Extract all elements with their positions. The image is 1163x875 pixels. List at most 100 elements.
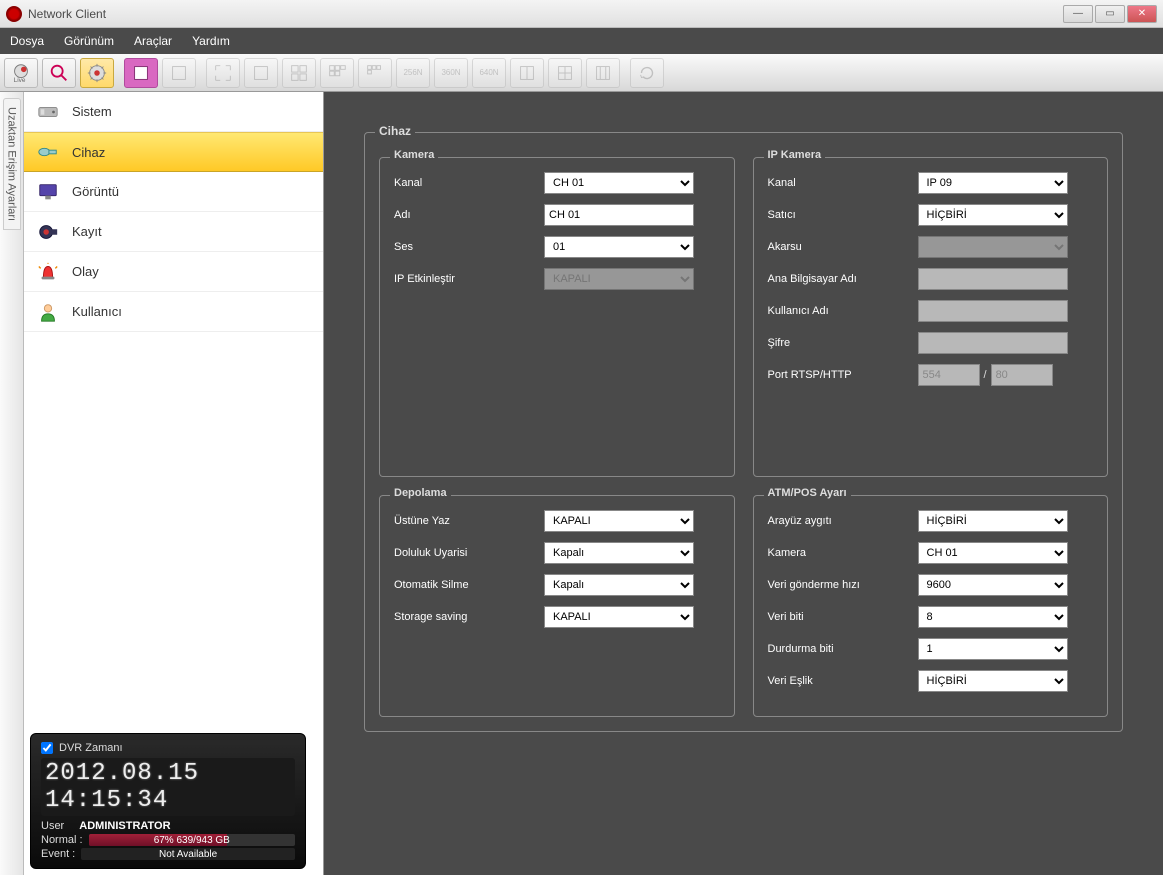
layout-1-button[interactable] (124, 58, 158, 88)
ses-select[interactable]: 01 (544, 236, 694, 258)
pass-input (918, 332, 1068, 354)
silme-select[interactable]: Kapalı (544, 574, 694, 596)
depolama-fieldset: Depolama Üstüne YazKAPALI Doluluk Uyaris… (379, 495, 735, 717)
panel-title: Cihaz (375, 124, 415, 138)
menu-help[interactable]: Yardım (192, 34, 230, 48)
nav-olay[interactable]: Olay (24, 252, 323, 292)
kamera-fieldset: Kamera KanalCH 01 Adı Ses01 IP Etkinleşt… (379, 157, 735, 477)
menu-tools[interactable]: Araçlar (134, 34, 172, 48)
biti-select[interactable]: 8 (918, 606, 1068, 628)
port-sep: / (984, 369, 987, 381)
arayuz-select[interactable]: HİÇBİRİ (918, 510, 1068, 532)
layout-button-2 (162, 58, 196, 88)
nav-goruntu[interactable]: Görüntü (24, 172, 323, 212)
kanal-label: Kanal (394, 177, 544, 189)
digital-clock: 2012.08.15 14:15:34 (41, 758, 295, 816)
grid-6-button (548, 58, 582, 88)
nav-label: Kayıt (72, 224, 102, 239)
status-box: DVR Zamanı 2012.08.15 14:15:34 User ADMI… (30, 733, 306, 869)
atm-fieldset: ATM/POS Ayarı Arayüz aygıtıHİÇBİRİ Kamer… (753, 495, 1109, 717)
host-input (918, 268, 1068, 290)
titlebar: Network Client — ▭ ✕ (0, 0, 1163, 28)
saving-select[interactable]: KAPALI (544, 606, 694, 628)
dur-select[interactable]: 1 (918, 638, 1068, 660)
grid-256-button: 256N (396, 58, 430, 88)
ip-label: IP Etkinleştir (394, 273, 544, 285)
grid-4-button (358, 58, 392, 88)
dvr-time-checkbox[interactable] (41, 742, 53, 754)
grid-1-button (244, 58, 278, 88)
nav-label: Olay (72, 264, 99, 279)
grid-360-button: 360N (434, 58, 468, 88)
app-logo-icon (6, 6, 22, 22)
host-label: Ana Bilgisayar Adı (768, 273, 918, 285)
user-icon (36, 302, 60, 322)
sidebar: Sistem Cihaz Görüntü Kayıt Olay (24, 92, 324, 875)
dur-label: Durdurma biti (768, 643, 918, 655)
nav-kayit[interactable]: Kayıt (24, 212, 323, 252)
kamera-legend: Kamera (390, 149, 438, 161)
akarsu-select (918, 236, 1068, 258)
satici-select[interactable]: HİÇBİRİ (918, 204, 1068, 226)
menu-view[interactable]: Görünüm (64, 34, 114, 48)
doluluk-select[interactable]: Kapalı (544, 542, 694, 564)
adi-input[interactable] (544, 204, 694, 226)
refresh-button (630, 58, 664, 88)
ipkanal-label: Kanal (768, 177, 918, 189)
svg-text:Live: Live (14, 77, 26, 84)
window-title: Network Client (28, 7, 106, 21)
normal-label: Normal : (41, 834, 83, 846)
ip-select: KAPALI (544, 268, 694, 290)
vtab-remote-settings[interactable]: Uzaktan Erişim Ayarları (3, 98, 21, 230)
saving-label: Storage saving (394, 611, 544, 623)
dvr-time-label: DVR Zamanı (59, 742, 123, 754)
toolbar: Live 256N 360N 640N (0, 54, 1163, 92)
ipuser-label: Kullanıcı Adı (768, 305, 918, 317)
ipkamera-fieldset: IP Kamera KanalIP 09 SatıcıHİÇBİRİ Akars… (753, 157, 1109, 477)
menubar: Dosya Görünüm Araçlar Yardım (0, 28, 1163, 54)
port-http-input (991, 364, 1053, 386)
app-window: Network Client — ▭ ✕ Dosya Görünüm Araçl… (0, 0, 1163, 875)
record-icon (36, 222, 60, 242)
search-button[interactable] (42, 58, 76, 88)
port-rtsp-input (918, 364, 980, 386)
nav-cihaz[interactable]: Cihaz (24, 132, 323, 172)
atm-kamera-select[interactable]: CH 01 (918, 542, 1068, 564)
device-icon (36, 142, 60, 162)
minimize-button[interactable]: — (1063, 5, 1093, 23)
ustune-label: Üstüne Yaz (394, 515, 544, 527)
arayuz-label: Arayüz aygıtı (768, 515, 918, 527)
akarsu-label: Akarsu (768, 241, 918, 253)
nav-label: Kullanıcı (72, 304, 122, 319)
grid-7-button (586, 58, 620, 88)
event-bar: Not Available (81, 848, 295, 860)
kanal-select[interactable]: CH 01 (544, 172, 694, 194)
user-label: User (41, 820, 64, 832)
live-button[interactable]: Live (4, 58, 38, 88)
nav-kullanici[interactable]: Kullanıcı (24, 292, 323, 332)
hiz-select[interactable]: 9600 (918, 574, 1068, 596)
ipuser-input (918, 300, 1068, 322)
vertical-tabbar: Uzaktan Erişim Ayarları (0, 92, 24, 875)
main-content: Cihaz Kamera KanalCH 01 Adı Ses01 IP Etk… (324, 92, 1163, 875)
ipkamera-legend: IP Kamera (764, 149, 826, 161)
event-icon (36, 262, 60, 282)
biti-label: Veri biti (768, 611, 918, 623)
menu-file[interactable]: Dosya (10, 34, 44, 48)
event-value: Not Available (159, 849, 217, 860)
nav-label: Sistem (72, 104, 112, 119)
ipkanal-select[interactable]: IP 09 (918, 172, 1068, 194)
settings-button[interactable] (80, 58, 114, 88)
eslik-select[interactable]: HİÇBİRİ (918, 670, 1068, 692)
storage-value: 67% 639/943 GB (154, 835, 230, 846)
nav-label: Görüntü (72, 184, 119, 199)
nav-sistem[interactable]: Sistem (24, 92, 323, 132)
ustune-select[interactable]: KAPALI (544, 510, 694, 532)
atm-legend: ATM/POS Ayarı (764, 487, 851, 499)
close-button[interactable]: ✕ (1127, 5, 1157, 23)
maximize-button[interactable]: ▭ (1095, 5, 1125, 23)
display-icon (36, 182, 60, 202)
atm-kamera-label: Kamera (768, 547, 918, 559)
nav-label: Cihaz (72, 145, 105, 160)
grid-3-button (320, 58, 354, 88)
